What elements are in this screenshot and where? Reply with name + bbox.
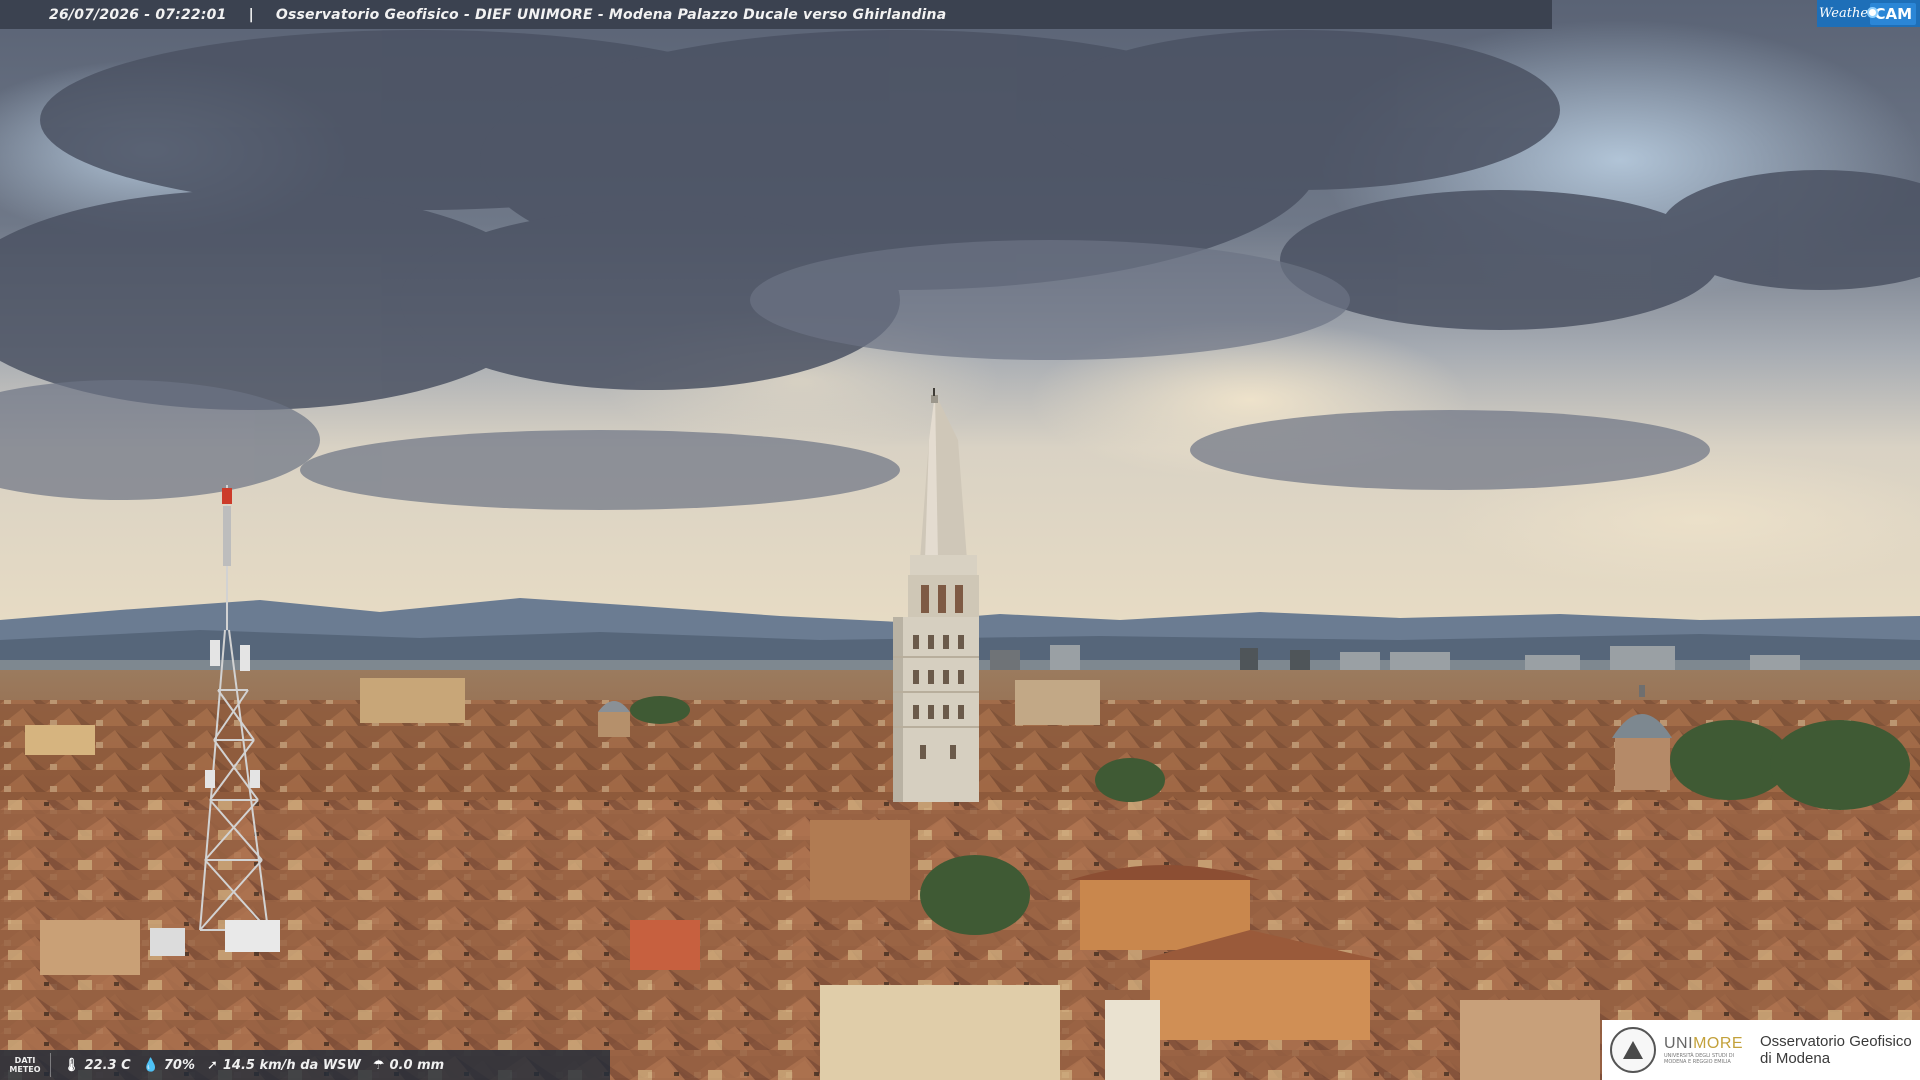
observatory-line1: Osservatorio Geofisico (1760, 1033, 1912, 1050)
humidity-value: 70% (163, 1057, 195, 1073)
observatory-name: Osservatorio Geofisico di Modena (1760, 1033, 1912, 1067)
meteo-label-line2: METEO (9, 1065, 41, 1074)
meteo-label: DATI METEO (0, 1053, 51, 1077)
unimore-subtitle: UNIVERSITÀ DEGLI STUDI DI MODENA E REGGI… (1664, 1053, 1735, 1065)
webcam-image (0, 0, 1920, 1080)
wind-reading: ➚ 14.5 km/h da WSW (207, 1058, 361, 1073)
meteo-label-line1: DATI (14, 1056, 36, 1065)
camera-caption-bar: 26/07/2026 - 07:22:01 | Osservatorio Geo… (0, 0, 1552, 29)
temperature-value: 22.3 C (84, 1057, 131, 1073)
rain-value: 0.0 mm (389, 1057, 445, 1073)
weathercam-prefix: Weather (1819, 6, 1875, 21)
camera-title: Osservatorio Geofisico - DIEF UNIMORE - … (275, 6, 947, 23)
eye-icon (1867, 7, 1878, 18)
observatory-line2: di Modena (1760, 1050, 1831, 1067)
unimore-name-part1: UNI (1664, 1035, 1694, 1052)
droplet-icon: 💧 (142, 1057, 159, 1073)
rain-reading: ☂ 0.0 mm (373, 1058, 444, 1073)
university-seal-icon (1610, 1027, 1656, 1073)
rain-icon: ☂ (372, 1057, 385, 1073)
meteo-data-bar: DATI METEO 🌡 22.3 C 💧 70% ➚ 14.5 km/h da… (0, 1050, 610, 1080)
wind-value: 14.5 km/h da WSW (222, 1057, 361, 1073)
temperature-reading: 🌡 22.3 C (63, 1058, 131, 1073)
unimore-logo[interactable]: UNIMORE UNIVERSITÀ DEGLI STUDI DI MODENA… (1602, 1020, 1920, 1080)
caption-separator: | (248, 6, 254, 23)
humidity-reading: 💧 70% (143, 1058, 195, 1073)
unimore-name-part2: MORE (1693, 1035, 1744, 1052)
weathercam-logo[interactable]: Weather CAM (1817, 0, 1920, 27)
unimore-wordmark: UNIMORE UNIVERSITÀ DEGLI STUDI DI MODENA… (1664, 1035, 1750, 1065)
wind-icon: ➚ (206, 1057, 218, 1073)
timestamp: 26/07/2026 - 07:22:01 (49, 6, 227, 23)
thermometer-icon: 🌡 (63, 1057, 80, 1073)
